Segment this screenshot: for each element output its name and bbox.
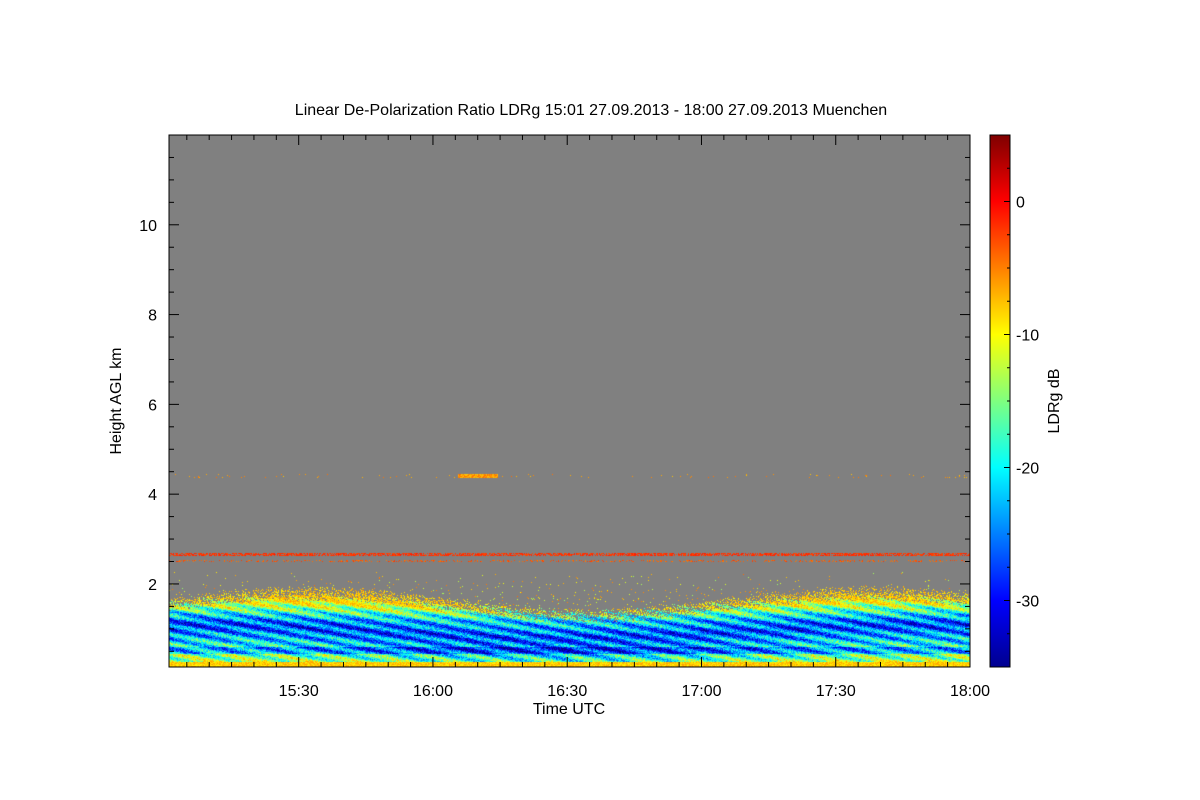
x-tick-label: 16:30	[547, 683, 587, 700]
chart-title: Linear De-Polarization Ratio LDRg 15:01 …	[295, 102, 887, 119]
colorbar-tick-label: -10	[1016, 328, 1039, 345]
colorbar-tick-label: -30	[1016, 594, 1039, 611]
colorbar-label: LDRg dB	[1046, 369, 1063, 434]
x-tick-label: 17:00	[681, 683, 721, 700]
y-tick-label: 8	[148, 308, 157, 325]
x-axis-label: Time UTC	[533, 701, 605, 718]
x-tick-label: 16:00	[413, 683, 453, 700]
ldr-chart: Linear De-Polarization Ratio LDRg 15:01 …	[108, 102, 1063, 718]
y-tick-label: 10	[139, 218, 157, 235]
colorbar-tick-label: -20	[1016, 461, 1039, 478]
x-tick-label: 18:00	[950, 683, 990, 700]
heatmap-image	[169, 135, 970, 667]
colorbar-tick-label: 0	[1016, 195, 1025, 212]
x-tick-label: 17:30	[816, 683, 856, 700]
y-tick-label: 6	[148, 397, 157, 414]
y-tick-label: 4	[148, 487, 157, 504]
y-axis-label: Height AGL km	[108, 347, 125, 454]
x-tick-label: 15:30	[279, 683, 319, 700]
y-tick-label: 2	[148, 577, 157, 594]
